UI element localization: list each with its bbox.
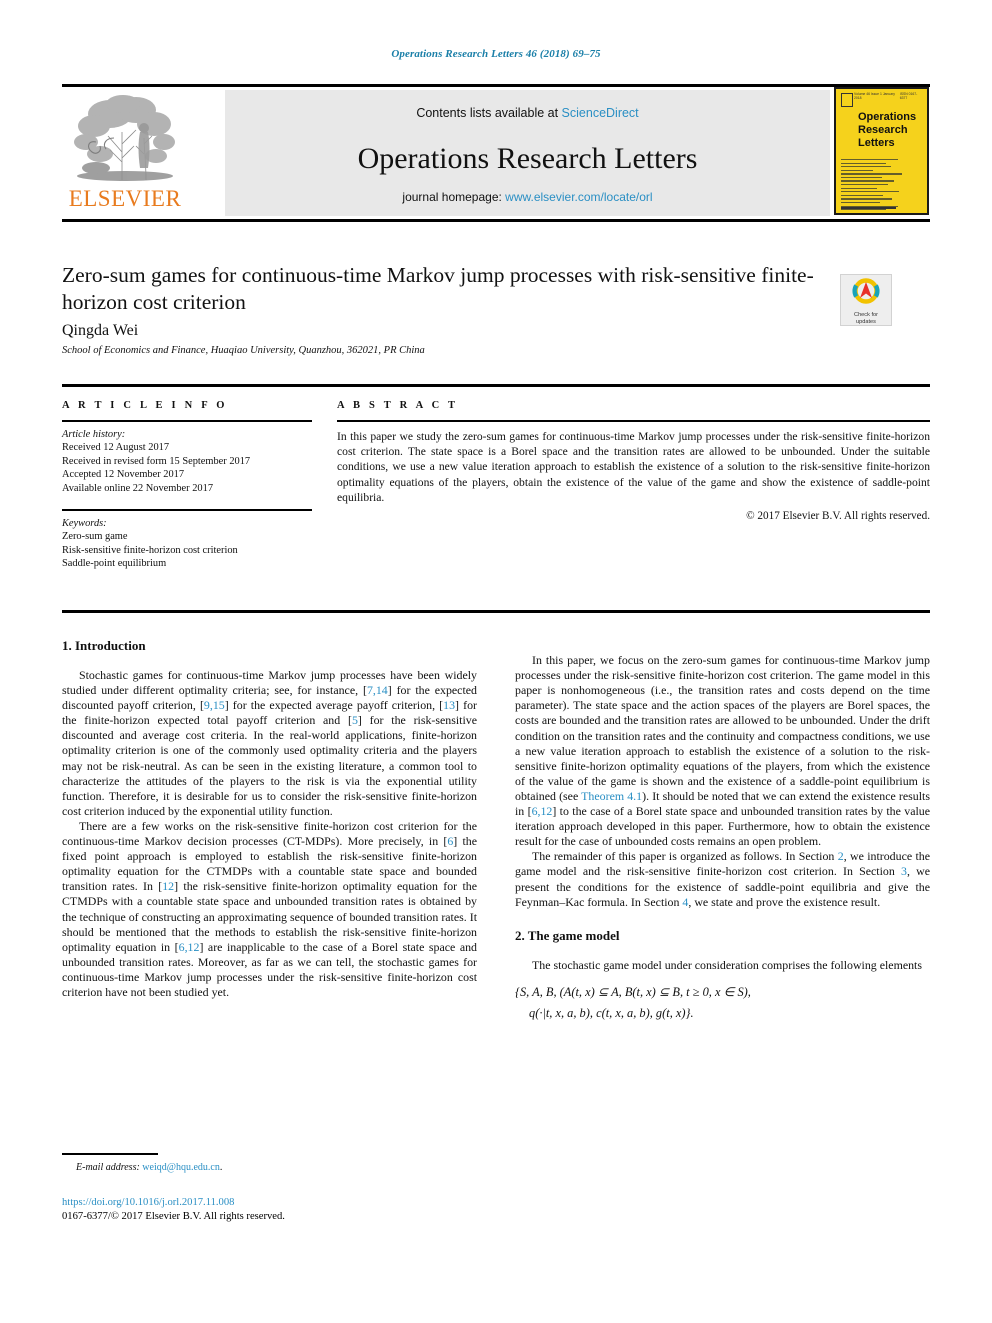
article-header: Zero-sum games for continuous-time Marko… <box>62 262 930 356</box>
paragraph-intro-3: In this paper, we focus on the zero-sum … <box>515 653 930 849</box>
article-info-column: A R T I C L E I N F O Article history: R… <box>62 400 312 571</box>
footnote-email-line: E-mail address: weiqd@hqu.edu.cn. <box>62 1162 477 1173</box>
citation-ref[interactable]: 7,14 <box>367 683 388 697</box>
paragraph-intro-2-continued: x <box>515 638 930 653</box>
abstract-bottom-rule <box>62 610 930 613</box>
keywords-rule <box>62 509 312 512</box>
body-column-left: 1. Introduction Stochastic games for con… <box>62 638 477 1000</box>
article-history-item: Accepted 12 November 2017 <box>62 469 185 481</box>
cover-title-line1: Operations <box>858 111 917 123</box>
keywords-label: Keywords: <box>62 518 107 530</box>
journal-homepage-line: journal homepage: www.elsevier.com/locat… <box>225 190 830 204</box>
journal-masthead: ELSEVIER Contents lists available at Sci… <box>62 84 930 222</box>
cover-title-line3: Letters <box>858 137 895 149</box>
body-column-right: x In this paper, we focus on the zero-su… <box>515 638 930 1023</box>
journal-band: Contents lists available at ScienceDirec… <box>225 90 830 216</box>
masthead-top-rule <box>62 84 930 87</box>
text-run: ] for the expected average payoff criter… <box>224 698 444 713</box>
cover-issn-text: ISSN 0167-6377 <box>899 92 918 100</box>
journal-homepage-link[interactable]: www.elsevier.com/locate/orl <box>505 190 652 204</box>
author-name: Qingda Wei <box>62 322 139 339</box>
text-run: , we state and prove the existence resul… <box>688 894 881 909</box>
abstract-heading: A B S T R A C T <box>337 400 459 411</box>
article-history-item: Received in revised form 15 September 20… <box>62 455 251 467</box>
text-run: In this paper, we focus on the zero-sum … <box>515 653 930 803</box>
crossmark-badge[interactable]: Check for updates <box>840 274 892 326</box>
article-history-item: Available online 22 November 2017 <box>62 482 214 494</box>
cover-volume-text: Volume 46 Issue 1 January 2018 <box>854 92 895 100</box>
cover-top-bar: Volume 46 Issue 1 January 2018 ISSN 0167… <box>840 92 923 103</box>
paragraph-intro-1: Stochastic games for continuous-time Mar… <box>62 668 477 819</box>
abstract-rule <box>337 420 930 422</box>
author-affiliation: School of Economics and Finance, Huaqiao… <box>62 345 425 356</box>
article-info-rule <box>62 420 312 422</box>
contents-prefix: Contents lists available at <box>416 106 562 120</box>
text-run: The remainder of this paper is organized… <box>532 849 838 864</box>
paragraph-game-model-1: The stochastic game model under consider… <box>532 957 922 972</box>
cover-footer-rule <box>841 207 896 209</box>
contents-available-line: Contents lists available at ScienceDirec… <box>225 106 830 120</box>
abstract-copyright: © 2017 Elsevier B.V. All rights reserved… <box>746 510 930 523</box>
crossmark-label-line2: updates <box>856 319 876 325</box>
math-equation-line-1: {S, A, B, (A(t, x) ⊆ A, B(t, x) ⊆ B, t ≥… <box>515 984 751 999</box>
cover-title-line2: Research <box>858 124 908 136</box>
crossmark-label: Check for updates <box>841 312 891 326</box>
citation-ref[interactable]: 12 <box>162 879 174 893</box>
paragraph-intro-2: There are a few works on the risk-sensit… <box>62 819 477 1000</box>
abstract-text: In this paper we study the zero-sum game… <box>337 430 930 504</box>
section-heading-introduction: 1. Introduction <box>62 638 146 653</box>
homepage-prefix: journal homepage: <box>402 190 506 204</box>
keyword-item: Risk-sensitive finite-horizon cost crite… <box>62 544 238 556</box>
journal-title: Operations Research Letters <box>357 142 698 175</box>
elsevier-tree-icon <box>74 95 175 181</box>
check-for-updates-icon <box>852 278 880 304</box>
cover-title: Operations Research Letters <box>858 111 916 150</box>
keywords-block: Keywords: Zero-sum game Risk-sensitive f… <box>62 509 312 571</box>
article-history-item: Received 12 August 2017 <box>62 442 170 454</box>
paper-page: Operations Research Letters 46 (2018) 69… <box>0 0 992 1323</box>
article-history-block: Article history: Received 12 August 2017… <box>62 428 312 495</box>
citation-ref[interactable]: 6,12 <box>532 804 553 818</box>
text-run: ] to the case of a Borel state space and… <box>515 804 930 849</box>
elsevier-logo: ELSEVIER <box>64 90 186 216</box>
text-run: . <box>219 1161 223 1173</box>
citation-ref[interactable]: 13 <box>443 698 455 712</box>
citation-ref[interactable]: 6,12 <box>179 940 200 954</box>
article-history-label: Article history: <box>62 429 126 440</box>
paragraph-intro-4: The remainder of this paper is organized… <box>515 849 930 909</box>
abstract-column: A B S T R A C T In this paper we study t… <box>337 400 930 522</box>
doi-link[interactable]: https://doi.org/10.1016/j.orl.2017.11.00… <box>62 1196 562 1210</box>
email-link[interactable]: weiqd@hqu.edu.cn <box>142 1162 220 1173</box>
math-equation-line-2: q(·|t, x, a, b), c(t, x, a, b), g(t, x)}… <box>529 1005 694 1020</box>
article-info-heading: A R T I C L E I N F O <box>62 400 228 411</box>
citation-ref[interactable]: 9,15 <box>204 698 225 712</box>
theorem-link[interactable]: Theorem 4.1 <box>581 789 642 803</box>
crossmark-label-line1: Check for <box>854 312 878 318</box>
keyword-item: Saddle-point equilibrium <box>62 558 167 570</box>
footnote-block: E-mail address: weiqd@hqu.edu.cn. <box>62 1153 477 1173</box>
footnote-rule <box>62 1153 158 1155</box>
sciencedirect-link[interactable]: ScienceDirect <box>562 106 639 120</box>
journal-cover-thumbnail[interactable]: Volume 46 Issue 1 January 2018 ISSN 0167… <box>834 87 929 215</box>
section-heading-game-model: 2. The game model <box>515 927 620 943</box>
masthead-bottom-rule <box>62 219 930 222</box>
text-run: ] for the risk-sensitive discounted and … <box>62 713 477 818</box>
page-title: Zero-sum games for continuous-time Marko… <box>62 263 814 314</box>
title-bottom-rule <box>62 384 930 387</box>
running-head: Operations Research Letters 46 (2018) 69… <box>391 48 601 60</box>
page-footer: https://doi.org/10.1016/j.orl.2017.11.00… <box>62 1196 562 1224</box>
footnote-label: E-mail address: <box>76 1161 140 1173</box>
issn-copyright: 0167-6377/© 2017 Elsevier B.V. All right… <box>62 1211 285 1222</box>
elsevier-wordmark: ELSEVIER <box>68 186 182 211</box>
text-run: There are a few works on the risk-sensit… <box>62 818 477 849</box>
keyword-item: Zero-sum game <box>62 531 128 543</box>
